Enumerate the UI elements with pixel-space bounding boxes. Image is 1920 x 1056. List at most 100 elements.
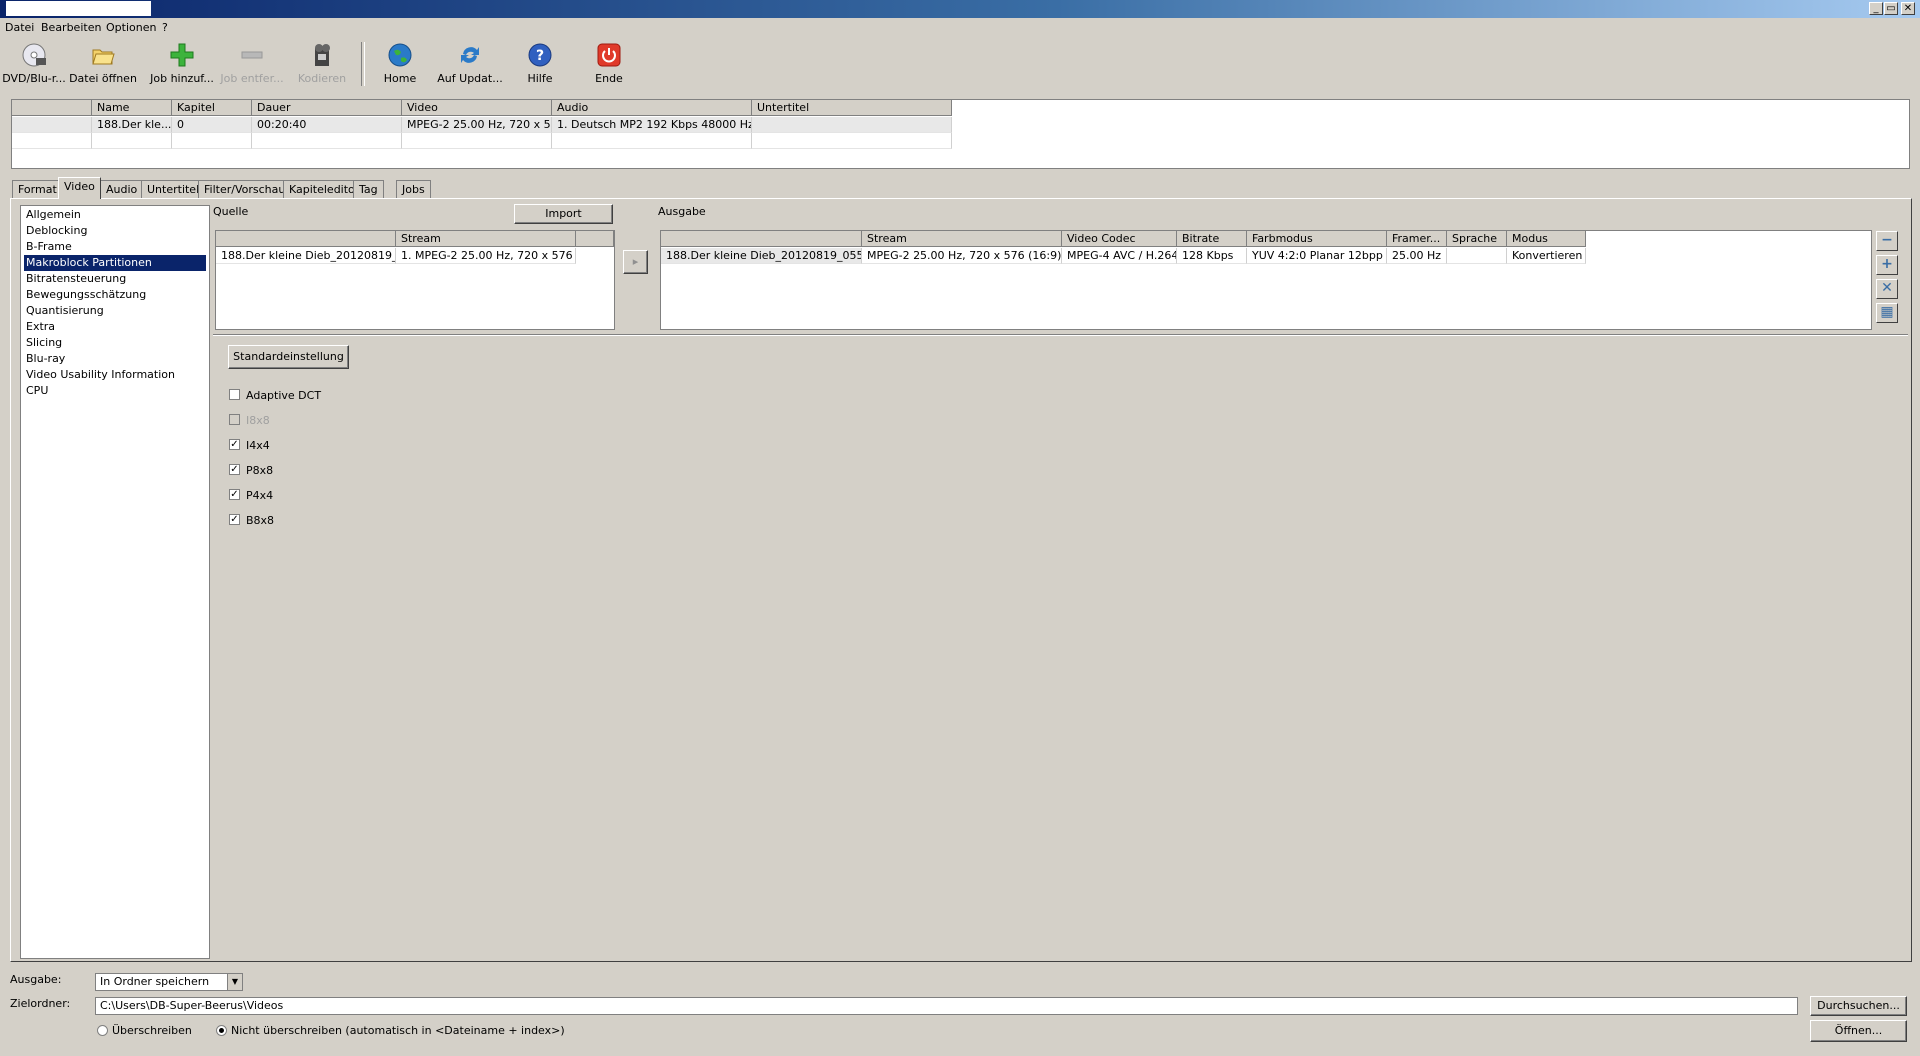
column-header-stream[interactable]: Stream	[862, 231, 1062, 247]
output-stream-table[interactable]: Stream Video Codec Bitrate Farbmodus Fra…	[660, 230, 1872, 330]
table-cell-empty	[752, 133, 952, 149]
no-overwrite-radio[interactable]	[216, 1025, 227, 1036]
tab-tag[interactable]: Tag	[353, 180, 384, 198]
open-folder-button[interactable]: Öffnen...	[1810, 1020, 1907, 1042]
column-header-kapitel[interactable]: Kapitel	[172, 100, 252, 116]
list-item-bewegungsschaetzung[interactable]: Bewegungsschätzung	[24, 287, 206, 303]
table-cell-name: 188.Der kle...	[92, 117, 172, 133]
table-cell-bitrate: 128 Kbps	[1177, 248, 1247, 264]
table-cell-sprache	[1447, 248, 1507, 264]
output-label: Ausgabe	[658, 205, 706, 218]
refresh-icon	[457, 42, 483, 68]
table-cell-video: MPEG-2 25.00 Hz, 720 x 5...	[402, 117, 552, 133]
add-job-button[interactable]: Job hinzuf...	[148, 42, 216, 85]
help-button[interactable]: ? Hilfe	[506, 42, 574, 85]
home-button[interactable]: Home	[366, 42, 434, 85]
i8x8-label: I8x8	[246, 414, 270, 427]
menu-bearbeiten[interactable]: Bearbeiten	[41, 21, 101, 34]
exit-button[interactable]: Ende	[575, 42, 643, 85]
settings-category-list[interactable]: Allgemein Deblocking B-Frame Makroblock …	[20, 205, 210, 959]
column-header-dauer[interactable]: Dauer	[252, 100, 402, 116]
column-header-modus[interactable]: Modus	[1507, 231, 1586, 247]
column-header-stream[interactable]: Stream	[396, 231, 576, 247]
menu-help[interactable]: ?	[162, 21, 168, 34]
list-item-blu-ray[interactable]: Blu-ray	[24, 351, 206, 367]
tab-audio[interactable]: Audio	[100, 180, 144, 198]
table-cell-codec: MPEG-4 AVC / H.264	[1062, 248, 1177, 264]
column-header[interactable]	[12, 100, 92, 116]
table-cell-kapitel: 0	[172, 117, 252, 133]
menu-optionen[interactable]: Optionen	[106, 21, 156, 34]
default-settings-button[interactable]: Standardeinstellung	[228, 345, 349, 369]
list-item-vui[interactable]: Video Usability Information	[24, 367, 206, 383]
table-cell-stream: MPEG-2 25.00 Hz, 720 x 576 (16:9),...	[862, 248, 1062, 264]
minimize-button[interactable]: _	[1869, 2, 1883, 15]
no-overwrite-label: Nicht überschreiben (automatisch in <Dat…	[231, 1024, 565, 1037]
check-updates-button[interactable]: Auf Updat...	[436, 42, 504, 85]
menu-bar: Datei Bearbeiten Optionen ?	[0, 19, 1920, 37]
column-header-audio[interactable]: Audio	[552, 100, 752, 116]
column-header-video-codec[interactable]: Video Codec	[1062, 231, 1177, 247]
column-header-farbmodus[interactable]: Farbmodus	[1247, 231, 1387, 247]
close-button[interactable]: ✕	[1901, 2, 1915, 15]
dvd-bluray-button[interactable]: DVD/Blu-r...	[0, 42, 68, 85]
column-header-sprache[interactable]: Sprache	[1447, 231, 1507, 247]
p8x8-checkbox[interactable]: ✓	[229, 464, 240, 475]
column-header-untertitel[interactable]: Untertitel	[752, 100, 952, 116]
table-cell-empty	[12, 133, 92, 149]
output-mode-select[interactable]: In Ordner speichern ▼	[95, 973, 243, 991]
list-item-makroblock-partitionen[interactable]: Makroblock Partitionen	[24, 255, 206, 271]
browse-button[interactable]: Durchsuchen...	[1810, 996, 1907, 1016]
tab-jobs[interactable]: Jobs	[396, 180, 431, 198]
jobs-table[interactable]: Name Kapitel Dauer Video Audio Untertite…	[11, 99, 1910, 169]
open-file-button[interactable]: Datei öffnen	[69, 42, 137, 85]
list-item-b-frame[interactable]: B-Frame	[24, 239, 206, 255]
tab-format[interactable]: Format	[12, 180, 63, 198]
power-icon	[596, 42, 622, 68]
list-item-slicing[interactable]: Slicing	[24, 335, 206, 351]
chevron-down-icon[interactable]: ▼	[227, 974, 242, 990]
menu-datei[interactable]: Datei	[5, 21, 34, 34]
i8x8-checkbox[interactable]	[229, 414, 240, 425]
column-header-bitrate[interactable]: Bitrate	[1177, 231, 1247, 247]
plus-icon: +	[1881, 256, 1893, 272]
import-button[interactable]: Import	[514, 204, 613, 224]
table-cell-file: 188.Der kleine Dieb_20120819_0555.ts	[661, 248, 862, 264]
remove-stream-button[interactable]: −	[1876, 231, 1898, 251]
list-item-allgemein[interactable]: Allgemein	[24, 207, 206, 223]
list-item-extra[interactable]: Extra	[24, 319, 206, 335]
adaptive-dct-checkbox[interactable]	[229, 389, 240, 400]
table-cell-empty	[172, 133, 252, 149]
add-stream-button[interactable]: +	[1876, 255, 1898, 275]
column-header[interactable]	[216, 231, 396, 247]
tab-untertitel[interactable]: Untertitel	[141, 180, 206, 198]
tab-video[interactable]: Video	[58, 177, 101, 199]
b8x8-checkbox[interactable]: ✓	[229, 514, 240, 525]
column-header[interactable]	[661, 231, 862, 247]
tab-filter-vorschau[interactable]: Filter/Vorschau	[198, 180, 292, 198]
remove-job-button[interactable]: Job entfer...	[218, 42, 286, 85]
list-item-cpu[interactable]: CPU	[24, 383, 206, 399]
adaptive-dct-label: Adaptive DCT	[246, 389, 322, 402]
encode-button[interactable]: Kodieren	[288, 42, 356, 85]
output-mode-label: Ausgabe:	[10, 973, 62, 986]
source-stream-table[interactable]: Stream 188.Der kleine Dieb_20120819_0...…	[215, 230, 615, 330]
column-header-framerate[interactable]: Framer...	[1387, 231, 1447, 247]
target-folder-input[interactable]: C:\Users\DB-Super-Beerus\Videos	[95, 997, 1798, 1015]
b8x8-label: B8x8	[246, 514, 275, 527]
p8x8-label: P8x8	[246, 464, 274, 477]
restore-button[interactable]: ▭	[1884, 2, 1898, 15]
list-item-quantisierung[interactable]: Quantisierung	[24, 303, 206, 319]
delete-stream-button[interactable]: ✕	[1876, 279, 1898, 299]
list-item-bitratensteuerung[interactable]: Bitratensteuerung	[24, 271, 206, 287]
column-header-name[interactable]: Name	[92, 100, 172, 116]
overwrite-radio[interactable]	[97, 1025, 108, 1036]
table-cell-empty	[92, 133, 172, 149]
p4x4-checkbox[interactable]: ✓	[229, 489, 240, 500]
add-to-output-button[interactable]: ▸	[623, 250, 648, 274]
column-header-video[interactable]: Video	[402, 100, 552, 116]
i4x4-checkbox[interactable]: ✓	[229, 439, 240, 450]
grid-settings-button[interactable]: ▦	[1876, 303, 1898, 323]
table-cell-modus: Konvertieren	[1507, 248, 1586, 264]
list-item-deblocking[interactable]: Deblocking	[24, 223, 206, 239]
